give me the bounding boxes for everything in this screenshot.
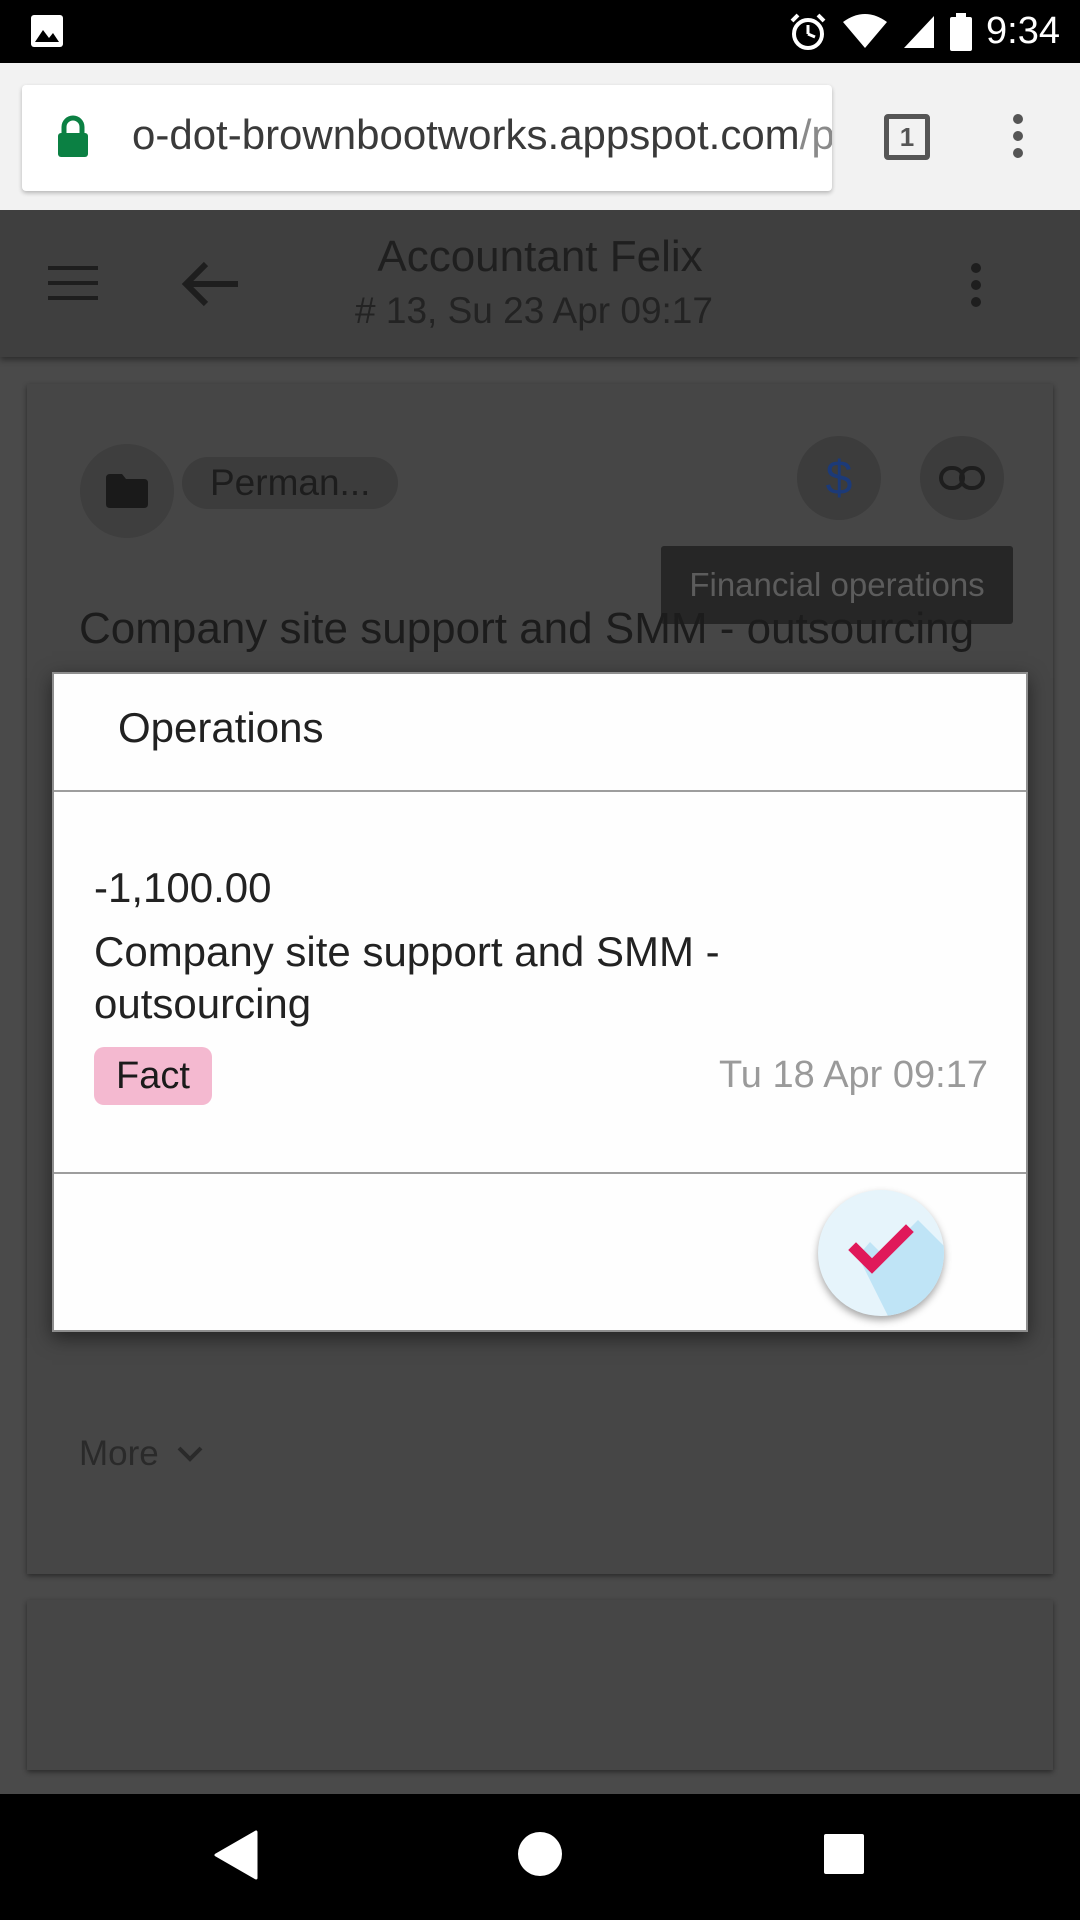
page-title: Accountant Felix (377, 232, 703, 281)
app-bar: Accountant Felix # 13, Su 23 Apr 09:17 (0, 210, 1080, 357)
tab-switcher-button[interactable]: 1 (884, 114, 930, 160)
status-chip[interactable]: Perman... (182, 457, 399, 509)
wifi-icon (843, 13, 888, 48)
dollar-icon: $ (825, 451, 853, 505)
folder-icon (106, 474, 148, 508)
confirm-button[interactable] (818, 1190, 944, 1316)
system-nav-bar (0, 1794, 1080, 1920)
operation-description: Company site support and SMM - outsourci… (94, 928, 720, 1027)
dialog-divider (54, 1172, 1026, 1174)
url-domain: o-dot-brownbootworks.appspot.com (132, 111, 800, 158)
battery-icon (950, 12, 973, 51)
more-vert-icon[interactable] (968, 262, 984, 308)
secondary-card (27, 1600, 1053, 1770)
nav-recents-icon[interactable] (824, 1834, 864, 1874)
fact-badge: Fact (94, 1047, 212, 1105)
card-heading: Company site support and SMM - outsourci… (79, 604, 975, 653)
url-text: o-dot-brownbootworks.appspot.com/p (132, 111, 832, 159)
link-button[interactable] (920, 436, 1004, 520)
operation-amount: -1,100.00 (94, 864, 272, 911)
lock-icon (58, 115, 88, 157)
status-bar: 9:34 (0, 0, 1080, 63)
alarm-icon (790, 13, 826, 50)
page-subtitle: # 13, Su 23 Apr 09:17 (355, 290, 713, 331)
nav-back-icon[interactable] (214, 1830, 258, 1880)
chevron-down-icon (177, 1446, 203, 1462)
signal-icon (904, 15, 935, 48)
url-bar[interactable]: o-dot-brownbootworks.appspot.com/p (22, 85, 832, 191)
nav-home-icon[interactable] (518, 1832, 562, 1876)
dialog-title: Operations (118, 704, 324, 751)
operations-dialog: Operations -1,100.00 Company site suppor… (52, 672, 1028, 1332)
financial-operations-button[interactable]: $ (797, 436, 881, 520)
more-label: More (79, 1434, 159, 1473)
status-time: 9:34 (986, 10, 1060, 52)
link-icon (939, 466, 985, 490)
more-toggle[interactable]: More (79, 1434, 203, 1474)
check-icon (848, 1220, 944, 1316)
browser-toolbar: o-dot-brownbootworks.appspot.com/p 1 (0, 63, 1080, 210)
folder-button[interactable] (80, 444, 174, 538)
dialog-header: Operations (54, 674, 1026, 792)
image-icon (31, 15, 63, 47)
operation-date: Tu 18 Apr 09:17 (718, 1054, 988, 1096)
url-path: /p (799, 111, 832, 158)
browser-menu-icon[interactable] (1010, 113, 1026, 159)
